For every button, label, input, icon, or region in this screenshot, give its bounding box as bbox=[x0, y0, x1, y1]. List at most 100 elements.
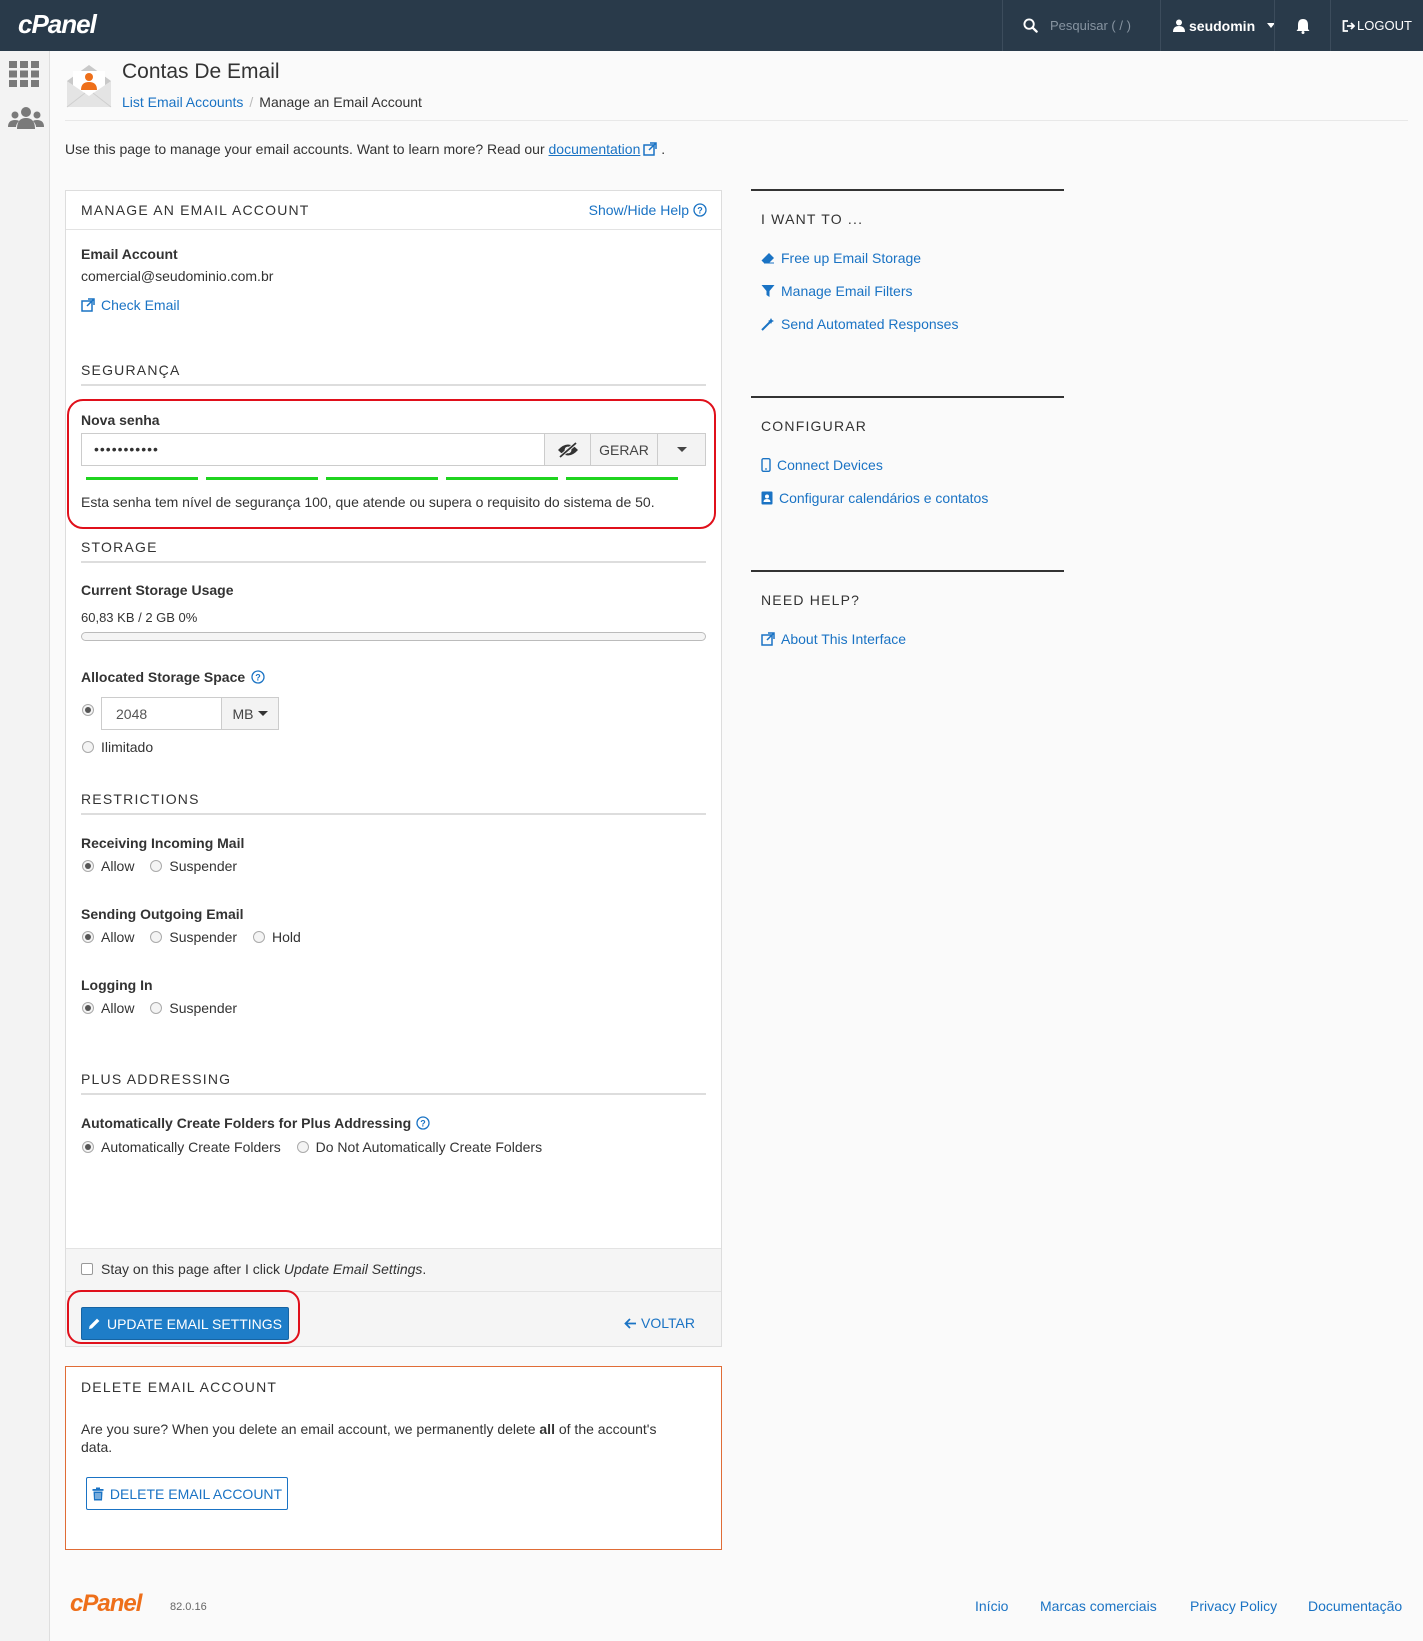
outgoing-hold-option[interactable]: Hold bbox=[252, 929, 301, 945]
plus-no-auto-option[interactable]: Do Not Automatically Create Folders bbox=[296, 1139, 542, 1155]
storage-quota-group: 2048 MB bbox=[101, 697, 279, 730]
outgoing-suspend-option[interactable]: Suspender bbox=[150, 929, 237, 945]
storage-limited-radio[interactable] bbox=[82, 704, 94, 716]
outgoing-allow-radio[interactable] bbox=[82, 931, 94, 943]
footer-link-inicio[interactable]: Início bbox=[975, 1598, 1008, 1614]
address-book-icon bbox=[761, 491, 773, 505]
plus-addressing-label: Automatically Create Folders for Plus Ad… bbox=[81, 1115, 412, 1131]
need-help-panel: NEED HELP? About This Interface bbox=[751, 570, 1064, 660]
notifications-button[interactable] bbox=[1274, 0, 1330, 51]
allocated-storage-row: Allocated Storage Space ? bbox=[81, 669, 265, 685]
current-usage-label: Current Storage Usage bbox=[81, 582, 234, 598]
plus-auto-option[interactable]: Automatically Create Folders bbox=[82, 1139, 281, 1155]
intro-end: . bbox=[661, 141, 666, 157]
delete-email-account-label: DELETE EMAIL ACCOUNT bbox=[109, 1485, 283, 1502]
breadcrumb: List Email Accounts / Manage an Email Acco… bbox=[122, 94, 422, 110]
outgoing-hold-radio[interactable] bbox=[252, 931, 265, 943]
svg-text:?: ? bbox=[255, 673, 261, 683]
username: seudomin bbox=[1189, 17, 1256, 34]
delete-account-panel: DELETE EMAIL ACCOUNT Are you sure? When … bbox=[65, 1366, 722, 1550]
incoming-mail-options: Allow Suspender bbox=[82, 858, 249, 874]
footer-cpanel-logo[interactable]: cPanel bbox=[70, 1590, 142, 1618]
user-icon bbox=[1173, 19, 1185, 32]
login-suspend-radio[interactable] bbox=[150, 1002, 163, 1014]
breadcrumb-separator: / bbox=[249, 94, 254, 110]
connect-devices-label: Connect Devices bbox=[777, 457, 883, 473]
storage-unit-label: MB bbox=[232, 705, 254, 722]
logout-button[interactable]: LOGOUT bbox=[1330, 0, 1423, 51]
automated-responses-link[interactable]: Send Automated Responses bbox=[761, 316, 958, 332]
plus-addressing-section-title: PLUS ADDRESSING bbox=[81, 1071, 706, 1095]
question-circle-icon[interactable]: ? bbox=[416, 1116, 430, 1130]
bell-icon bbox=[1296, 18, 1310, 34]
incoming-allow-radio[interactable] bbox=[82, 860, 94, 872]
outgoing-mail-label: Sending Outgoing Email bbox=[81, 906, 244, 922]
outgoing-allow-option[interactable]: Allow bbox=[82, 929, 134, 945]
breadcrumb-list-email-accounts[interactable]: List Email Accounts bbox=[122, 94, 243, 110]
delete-email-account-button[interactable]: DELETE EMAIL ACCOUNT bbox=[86, 1477, 288, 1510]
delete-warning-text: Are you sure? When you delete an email a… bbox=[81, 1420, 686, 1456]
users-icon[interactable] bbox=[8, 107, 44, 129]
external-link-icon bbox=[761, 632, 775, 646]
footer-link-trademarks[interactable]: Marcas comerciais bbox=[1040, 1598, 1157, 1614]
delete-panel-title: DELETE EMAIL ACCOUNT bbox=[81, 1379, 278, 1395]
search-box[interactable]: Pesquisar ( / ) bbox=[1002, 0, 1160, 51]
outgoing-suspend-label: Suspender bbox=[169, 929, 238, 945]
plus-no-auto-radio[interactable] bbox=[296, 1141, 309, 1153]
intro-text: Use this page to manage your email accou… bbox=[65, 141, 665, 157]
i-want-to-title: I WANT TO ... bbox=[761, 211, 864, 227]
outgoing-suspend-radio[interactable] bbox=[150, 931, 163, 943]
login-suspend-option[interactable]: Suspender bbox=[150, 1000, 237, 1016]
check-email-link[interactable]: Check Email bbox=[81, 297, 180, 313]
free-up-storage-link[interactable]: Free up Email Storage bbox=[761, 250, 921, 266]
login-allow-option[interactable]: Allow bbox=[82, 1000, 134, 1016]
automated-responses-label: Send Automated Responses bbox=[781, 316, 959, 332]
cpanel-logo[interactable]: cPanel bbox=[18, 9, 97, 40]
footer-link-documentation[interactable]: Documentação bbox=[1308, 1598, 1402, 1614]
storage-unlimited-option[interactable]: Ilimitado bbox=[82, 739, 153, 755]
user-menu[interactable]: seudomin bbox=[1160, 0, 1276, 51]
about-interface-label: About This Interface bbox=[781, 631, 907, 647]
plus-auto-radio[interactable] bbox=[82, 1141, 94, 1153]
stay-on-page-emphasis: Update Email Settings bbox=[283, 1261, 423, 1277]
allocated-storage-label: Allocated Storage Space bbox=[81, 669, 246, 685]
incoming-suspend-option[interactable]: Suspender bbox=[150, 858, 237, 874]
external-link-icon bbox=[643, 142, 658, 156]
outgoing-mail-options: Allow Suspender Hold bbox=[82, 929, 313, 945]
footer-link-privacy[interactable]: Privacy Policy bbox=[1190, 1598, 1277, 1614]
incoming-allow-label: Allow bbox=[101, 858, 135, 874]
storage-quota-input[interactable]: 2048 bbox=[116, 706, 147, 722]
restrictions-section-title: RESTRICTIONS bbox=[81, 791, 706, 815]
arrow-left-icon bbox=[624, 1317, 637, 1329]
about-interface-link[interactable]: About This Interface bbox=[761, 631, 906, 647]
external-link-icon bbox=[81, 298, 95, 312]
login-allow-radio[interactable] bbox=[82, 1002, 94, 1014]
show-hide-help-link[interactable]: Show/Hide Help ? bbox=[589, 202, 707, 218]
connect-devices-link[interactable]: Connect Devices bbox=[761, 457, 883, 473]
incoming-suspend-radio[interactable] bbox=[150, 860, 163, 872]
logging-in-options: Allow Suspender bbox=[82, 1000, 249, 1016]
outgoing-hold-label: Hold bbox=[271, 929, 301, 945]
breadcrumb-current: Manage an Email Account bbox=[259, 94, 422, 110]
manage-filters-link[interactable]: Manage Email Filters bbox=[761, 283, 913, 299]
back-label: VOLTAR bbox=[641, 1315, 695, 1331]
top-bar: cPanel Pesquisar ( / ) seudomin LOGOUT bbox=[0, 0, 1423, 51]
back-link[interactable]: VOLTAR bbox=[624, 1315, 695, 1331]
stay-on-page-checkbox[interactable] bbox=[81, 1263, 93, 1275]
current-usage-value: 60,83 KB / 2 GB 0% bbox=[81, 610, 198, 625]
documentation-link[interactable]: documentation bbox=[549, 141, 641, 157]
apps-grid-icon[interactable] bbox=[9, 61, 39, 87]
need-help-title: NEED HELP? bbox=[761, 592, 861, 608]
question-circle-icon[interactable]: ? bbox=[251, 670, 265, 684]
check-email-label: Check Email bbox=[101, 297, 180, 313]
storage-unit-dropdown[interactable]: MB bbox=[221, 698, 278, 729]
panel-title: MANAGE AN EMAIL ACCOUNT bbox=[81, 202, 310, 218]
manage-filters-label: Manage Email Filters bbox=[781, 283, 913, 299]
stay-on-page-text: Stay on this page after I click bbox=[101, 1261, 280, 1277]
search-input[interactable]: Pesquisar ( / ) bbox=[1050, 18, 1131, 33]
storage-unlimited-radio[interactable] bbox=[82, 741, 94, 753]
calendars-contacts-link[interactable]: Configurar calendários e contatos bbox=[761, 490, 988, 506]
incoming-allow-option[interactable]: Allow bbox=[82, 858, 134, 874]
stay-on-page-option[interactable]: Stay on this page after I click Update E… bbox=[81, 1261, 426, 1277]
email-account-label: Email Account bbox=[81, 246, 178, 262]
